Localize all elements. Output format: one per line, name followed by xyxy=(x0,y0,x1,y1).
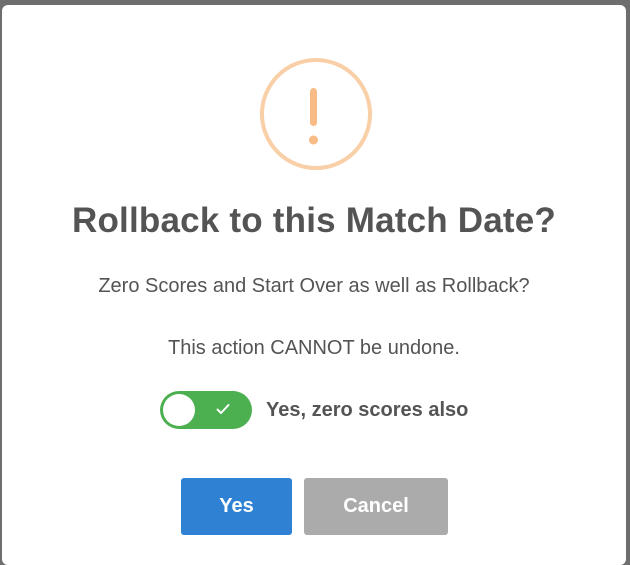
toggle-knob xyxy=(163,394,195,426)
checkmark-icon xyxy=(216,404,230,414)
dialog-message: Zero Scores and Start Over as well as Ro… xyxy=(98,275,530,297)
dialog-title: Rollback to this Match Date? xyxy=(72,201,556,240)
warning-icon xyxy=(260,58,372,170)
zero-scores-toggle-label[interactable]: Yes, zero scores also xyxy=(266,399,468,422)
confirmation-dialog: Rollback to this Match Date? Zero Scores… xyxy=(2,5,626,565)
dialog-warning-text: This action CANNOT be undone. xyxy=(167,337,460,359)
yes-button[interactable]: Yes xyxy=(181,478,292,535)
cancel-button[interactable]: Cancel xyxy=(304,478,448,535)
zero-scores-toggle-row: Yes, zero scores also xyxy=(160,390,468,430)
zero-scores-toggle[interactable] xyxy=(160,391,252,429)
